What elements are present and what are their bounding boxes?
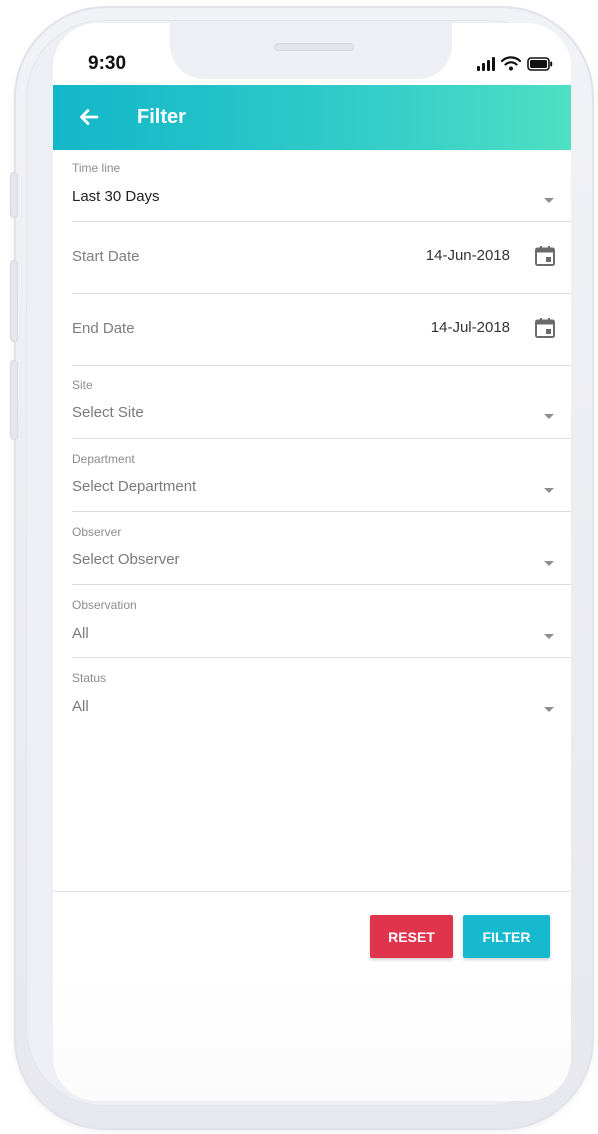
observer-value: Select Observer <box>72 551 180 568</box>
end-date-field[interactable]: End Date 14-Jul-2018 <box>72 294 571 366</box>
caret-down-icon <box>544 561 554 566</box>
page-title: Filter <box>137 106 186 128</box>
observation-value: All <box>72 625 89 642</box>
observation-label: Observation <box>72 598 137 612</box>
site-value: Select Site <box>72 404 144 421</box>
screen-bottom-area <box>53 968 571 1101</box>
phone-silent-switch <box>10 172 18 218</box>
caret-down-icon <box>544 634 554 639</box>
footer-divider <box>53 891 571 892</box>
arrow-left-icon[interactable] <box>78 106 100 128</box>
observer-select[interactable]: Observer Select Observer <box>72 512 571 585</box>
calendar-icon[interactable] <box>534 317 556 339</box>
caret-down-icon <box>544 414 554 419</box>
timeline-select[interactable]: Time line Last 30 Days <box>72 150 571 222</box>
start-date-field[interactable]: Start Date 14-Jun-2018 <box>72 222 571 294</box>
department-select[interactable]: Department Select Department <box>72 439 571 512</box>
phone-mockup: 9:30 Filter Time line Last 30 Days Start… <box>0 0 598 1134</box>
start-date-label: Start Date <box>72 248 140 265</box>
status-bar: 9:30 <box>53 23 571 85</box>
status-select[interactable]: Status All <box>72 658 571 730</box>
timeline-label: Time line <box>72 161 121 175</box>
end-date-label: End Date <box>72 320 135 337</box>
phone-volume-up-button <box>10 260 18 342</box>
observation-select[interactable]: Observation All <box>72 585 571 658</box>
site-select[interactable]: Site Select Site <box>72 366 571 439</box>
status-label: Status <box>72 671 107 685</box>
app-bar: Filter <box>53 85 571 150</box>
status-time: 9:30 <box>88 53 127 74</box>
phone-speaker <box>274 43 354 51</box>
app-screen: 9:30 Filter Time line Last 30 Days Start… <box>53 23 571 1101</box>
phone-notch <box>170 23 452 79</box>
status-icons <box>477 55 553 71</box>
calendar-icon[interactable] <box>534 245 556 267</box>
department-label: Department <box>72 452 135 466</box>
battery-icon <box>527 57 553 71</box>
signal-icon <box>477 57 495 71</box>
caret-down-icon <box>544 707 554 712</box>
caret-down-icon <box>544 488 554 493</box>
filter-button[interactable]: FILTER <box>463 915 550 958</box>
timeline-value: Last 30 Days <box>72 188 160 205</box>
department-value: Select Department <box>72 478 197 495</box>
reset-button[interactable]: RESET <box>370 915 453 958</box>
observer-label: Observer <box>72 525 122 539</box>
end-date-value: 14-Jul-2018 <box>430 319 510 336</box>
status-value: All <box>72 698 89 715</box>
site-label: Site <box>72 378 93 392</box>
start-date-value: 14-Jun-2018 <box>425 247 510 264</box>
wifi-icon <box>501 56 521 71</box>
caret-down-icon <box>544 198 554 203</box>
phone-volume-down-button <box>10 360 18 440</box>
